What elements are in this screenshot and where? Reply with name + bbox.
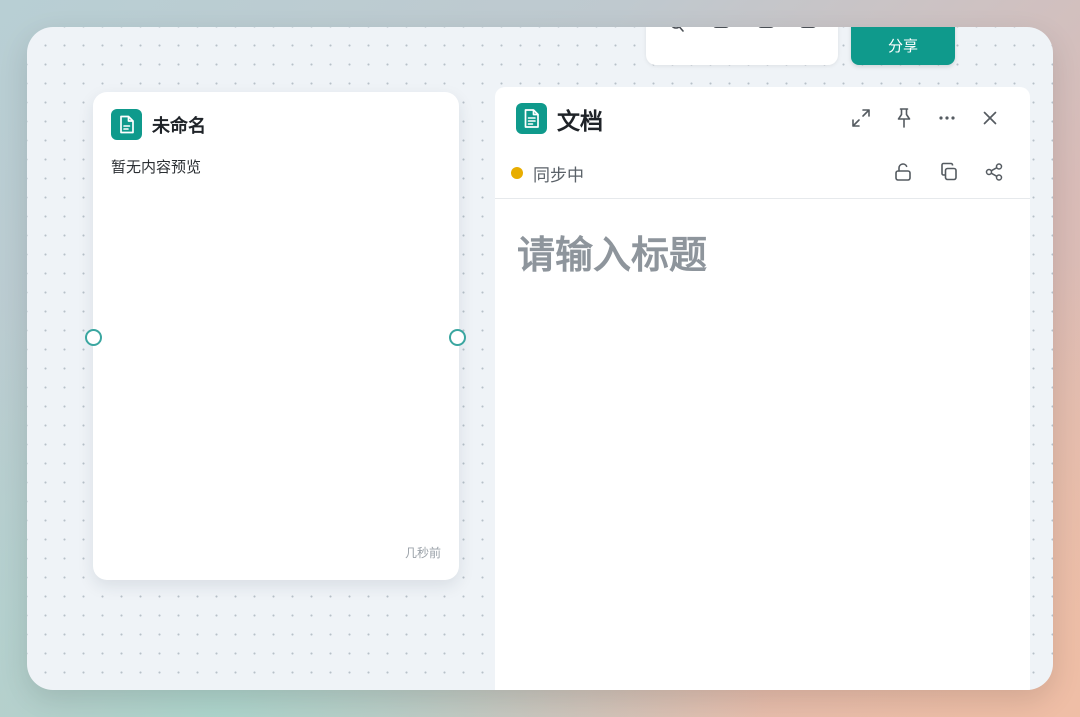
share-button[interactable]: 分享 xyxy=(851,27,955,65)
share-link-button[interactable] xyxy=(981,159,1007,185)
expand-icon xyxy=(852,109,870,127)
title-input[interactable] xyxy=(517,227,1007,283)
copy-button[interactable] xyxy=(936,159,962,185)
sync-status-text: 同步中 xyxy=(533,166,584,186)
toolbar-tool-icon[interactable] xyxy=(713,27,729,28)
lock-button[interactable] xyxy=(890,159,916,185)
close-icon xyxy=(983,111,997,125)
app-window: 分享 未命名 暂无内容预览 几秒前 文档 同步中 请输入标题 xyxy=(27,27,1053,690)
connection-handle-right[interactable] xyxy=(449,329,466,346)
more-icon xyxy=(939,116,955,120)
unlock-icon xyxy=(895,163,911,181)
toolbar-tool-icon[interactable] xyxy=(758,27,774,28)
panel-title: 文档 xyxy=(557,109,603,135)
close-button[interactable] xyxy=(977,105,1003,131)
document-editor-panel: 文档 同步中 xyxy=(495,87,1030,690)
expand-button[interactable] xyxy=(848,105,874,131)
pin-icon xyxy=(897,108,911,128)
share-button-label: 分享 xyxy=(887,37,918,55)
card-title: 未命名 xyxy=(152,116,206,137)
top-toolbar xyxy=(646,27,838,65)
share-icon xyxy=(985,163,1003,181)
pin-button[interactable] xyxy=(891,105,917,131)
card-timestamp: 几秒前 xyxy=(404,546,441,560)
connection-handle-left[interactable] xyxy=(85,329,102,346)
more-button[interactable] xyxy=(934,105,960,131)
copy-icon xyxy=(941,162,957,181)
document-card[interactable]: 未命名 暂无内容预览 几秒前 xyxy=(93,92,459,580)
toolbar-tool-icon[interactable] xyxy=(800,27,816,28)
card-preview-text: 暂无内容预览 xyxy=(111,158,202,176)
sync-status-dot xyxy=(511,167,523,179)
document-icon xyxy=(111,109,142,140)
document-icon xyxy=(516,103,547,134)
header-divider xyxy=(495,198,1030,199)
